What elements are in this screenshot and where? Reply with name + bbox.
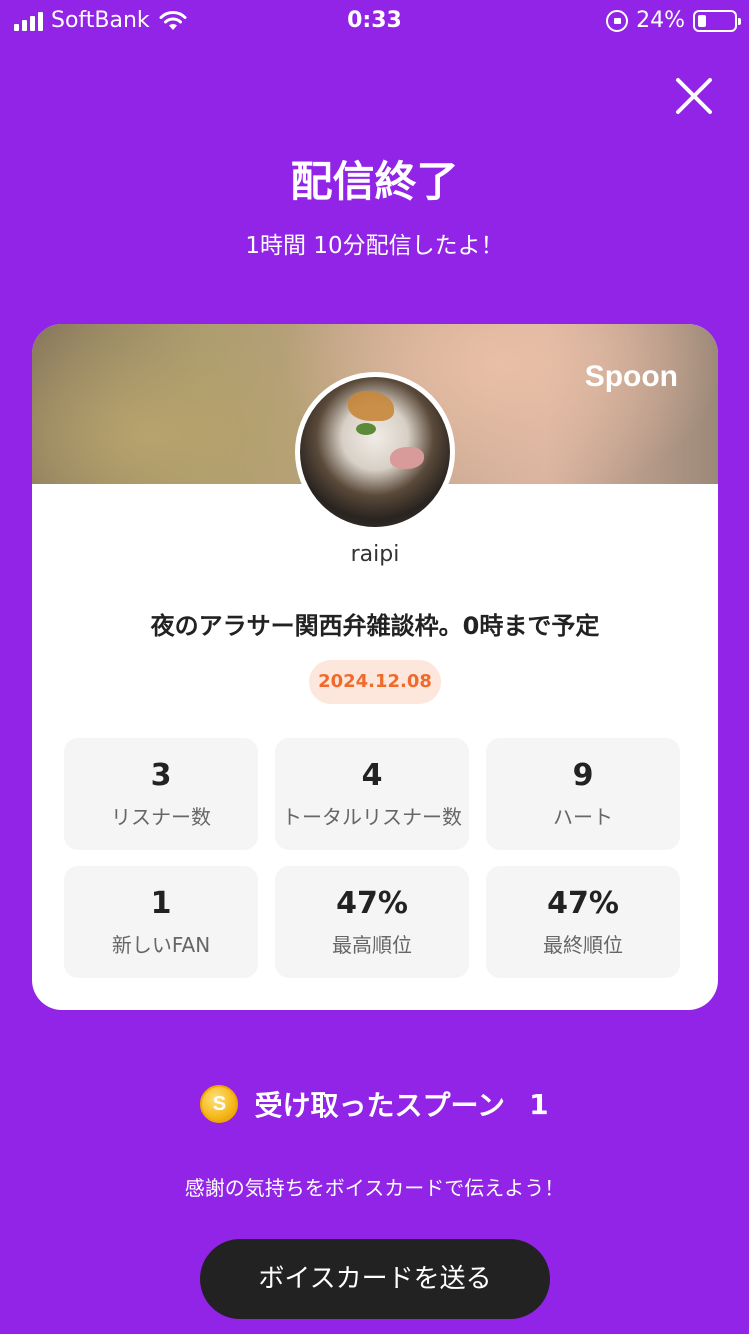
summary-card: Spoon raipi 夜のアラサー関西弁雑談枠。0時まで予定 2024.12.… [32, 324, 718, 1010]
stat-final-rank: 47% 最終順位 [486, 866, 680, 978]
avatar [295, 372, 455, 532]
coin-icon [200, 1085, 239, 1123]
live-title: 夜のアラサー関西弁雑談枠。0時まで予定 [150, 612, 600, 640]
avatar-photo-detail [348, 391, 394, 421]
send-voice-card-button[interactable]: ボイスカードを送る [200, 1239, 550, 1319]
received-spoons-label: 受け取ったスプーン [254, 1089, 506, 1122]
stat-value: 9 [572, 758, 594, 793]
status-right: 24% [606, 8, 741, 33]
stat-new-fans: 1 新しいFAN [64, 866, 258, 978]
stat-value: 47% [547, 886, 619, 921]
thanks-message: 感謝の気持ちをボイスカードで伝えよう！ [184, 1176, 565, 1200]
close-icon [676, 78, 712, 114]
broadcast-duration: 1時間 10分配信したよ！ [245, 233, 504, 259]
status-bar: SoftBank 0:33 24% [0, 0, 749, 42]
stat-label: ハート [553, 805, 613, 829]
stat-best-rank: 47% 最高順位 [275, 866, 469, 978]
avatar-photo-detail [356, 423, 376, 435]
received-spoons: 受け取ったスプーン 1 [0, 1084, 749, 1124]
stat-value: 4 [361, 758, 383, 793]
username: raipi [350, 542, 400, 567]
stat-hearts: 9 ハート [486, 738, 680, 850]
stat-label: 新しいFAN [111, 933, 211, 957]
rotation-lock-icon [606, 9, 629, 32]
spoon-logo: Spoon [584, 360, 678, 393]
date-badge: 2024.12.08 [309, 660, 441, 704]
received-spoons-count: 1 [529, 1087, 549, 1121]
stat-label: 最高順位 [332, 933, 412, 957]
stat-total-listeners: 4 トータルリスナー数 [275, 738, 469, 850]
page-title: 配信終了 [290, 157, 459, 206]
stat-label: 最終順位 [543, 933, 623, 957]
close-button[interactable] [668, 70, 720, 122]
stat-label: リスナー数 [111, 805, 211, 829]
stats-grid: 3 リスナー数 4 トータルリスナー数 9 ハート 1 新しいFAN 47% 最… [64, 738, 680, 978]
battery-fill [698, 14, 706, 27]
stat-value: 47% [336, 886, 408, 921]
stat-value: 1 [150, 886, 172, 921]
avatar-photo-detail [390, 447, 424, 469]
stat-value: 3 [150, 758, 172, 793]
stat-label: トータルリスナー数 [282, 805, 462, 829]
battery-percent: 24% [636, 8, 685, 33]
stat-listeners: 3 リスナー数 [64, 738, 258, 850]
battery-icon [693, 9, 741, 32]
